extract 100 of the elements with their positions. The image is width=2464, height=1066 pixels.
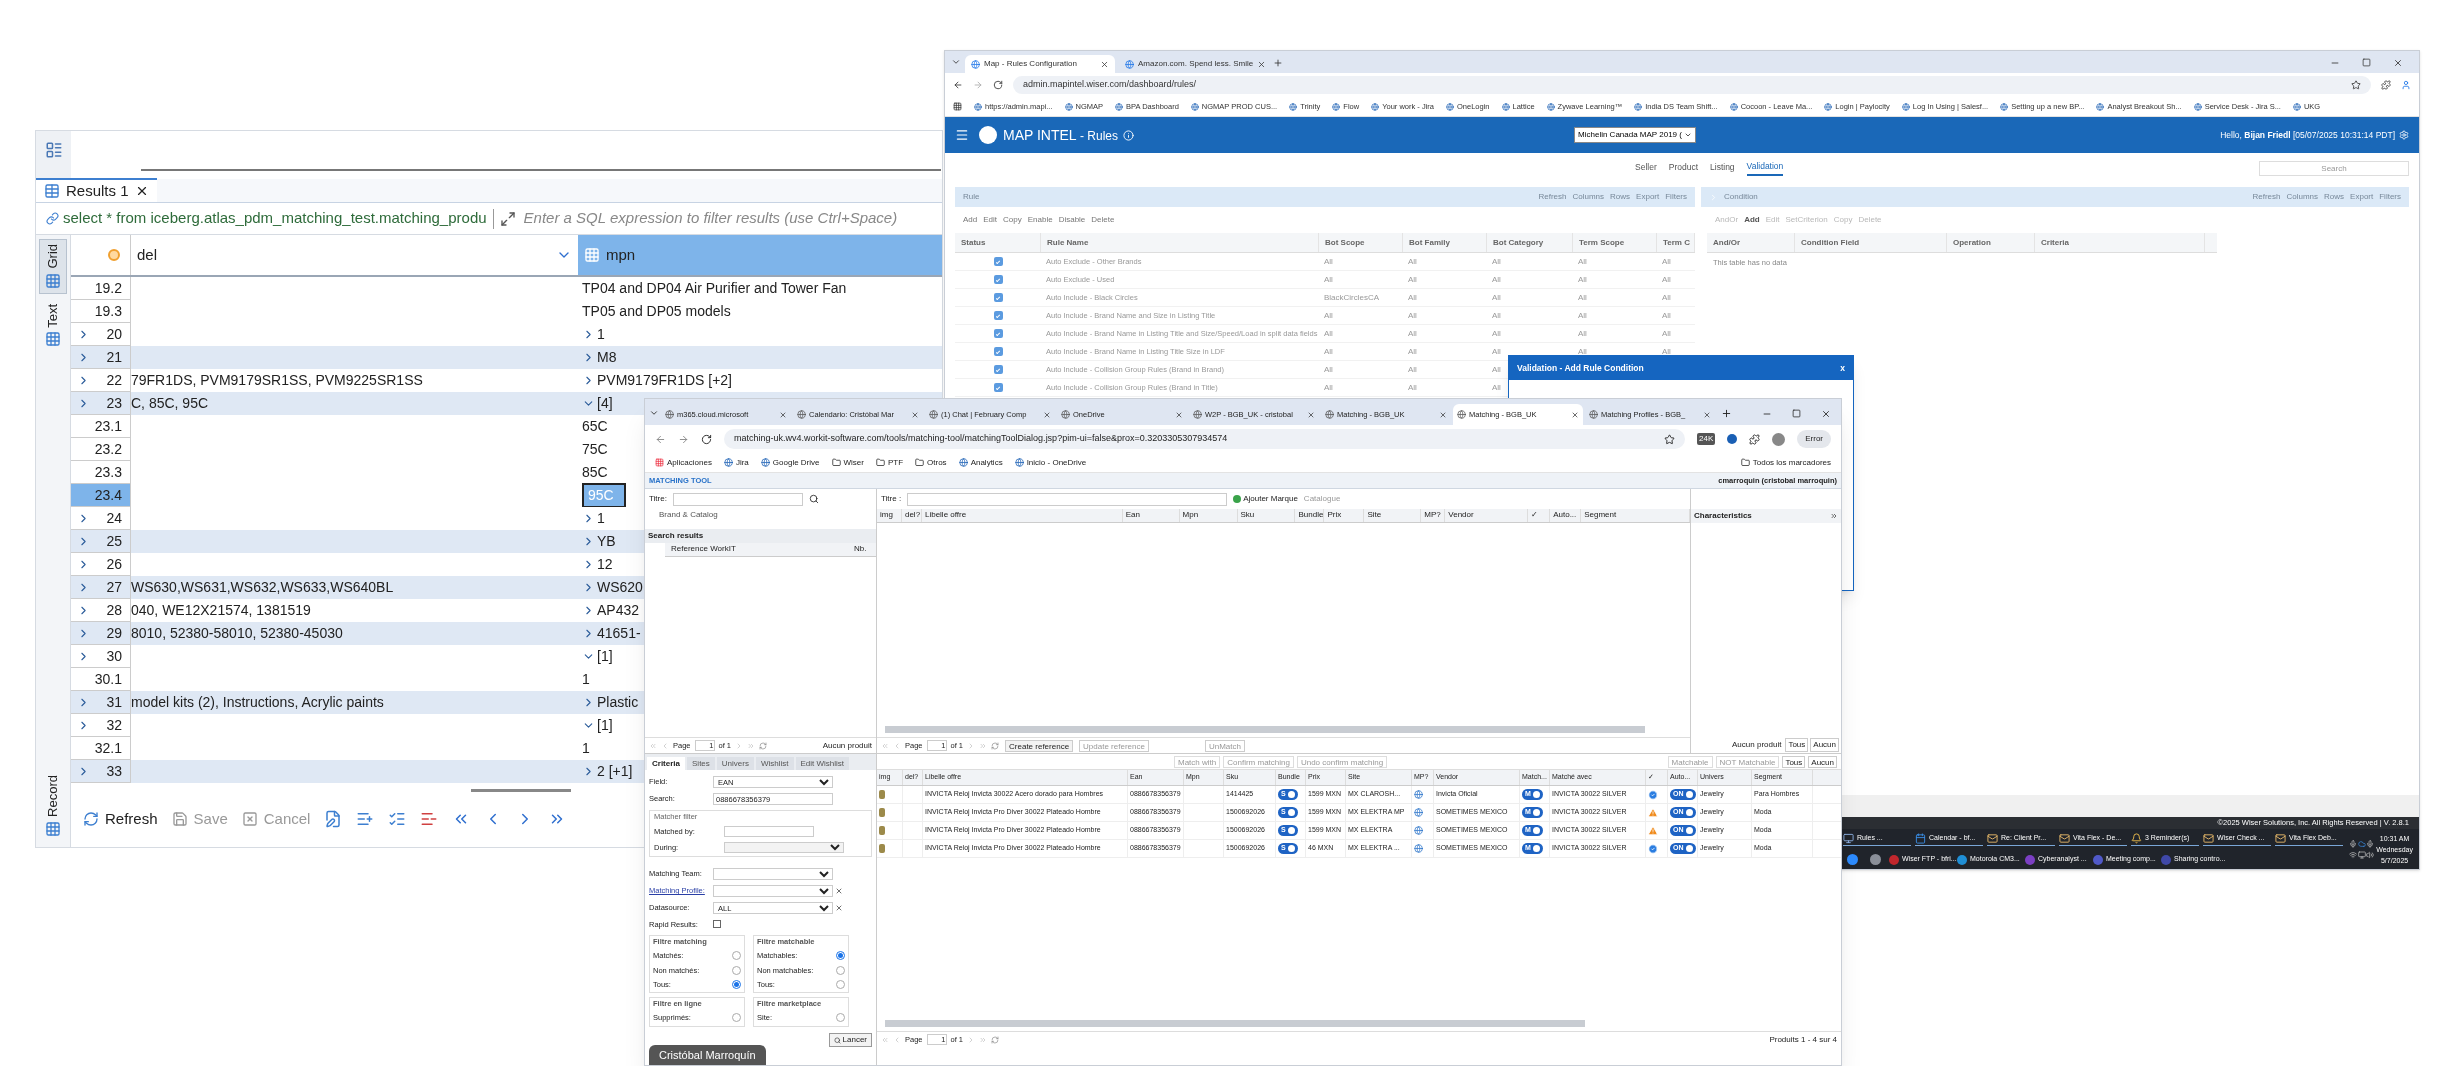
outline-icon[interactable] xyxy=(44,141,63,159)
browser-tab[interactable]: Amazon.com. Spend less. Smile xyxy=(1119,55,1269,73)
cloud-icon[interactable] xyxy=(2357,839,2366,848)
row-number[interactable]: 23.3 xyxy=(94,461,130,483)
extensions-icon[interactable] xyxy=(1749,433,1761,445)
extension-icon[interactable] xyxy=(1727,434,1738,444)
row-number[interactable]: 33 xyxy=(106,760,130,782)
reload-icon[interactable] xyxy=(701,433,712,445)
criteria-tab[interactable]: Sites xyxy=(687,757,715,770)
edit-row-icon[interactable] xyxy=(324,810,343,829)
bookmark[interactable]: Todos los marcadores xyxy=(1752,456,1831,469)
row-number[interactable]: 31 xyxy=(106,691,130,713)
column-header[interactable]: ✓ xyxy=(1531,510,1539,519)
bookmark[interactable]: Google Drive xyxy=(772,456,820,469)
column-header[interactable]: Bot Category xyxy=(1493,236,1544,249)
column-header[interactable]: Operation xyxy=(1953,236,1991,249)
radio-button[interactable] xyxy=(732,965,741,975)
bookmark[interactable]: Inicio - OneDrive xyxy=(1026,456,1087,469)
settings-icon[interactable] xyxy=(2399,130,2409,140)
column-header[interactable]: Ean xyxy=(1125,510,1140,519)
column-header[interactable]: Mpn xyxy=(1182,510,1199,519)
row-number[interactable]: 21 xyxy=(106,346,130,368)
results-tab[interactable]: Results 1 xyxy=(36,178,157,202)
row-number[interactable]: 23.2 xyxy=(94,438,130,460)
view-tab[interactable]: Grid xyxy=(39,239,67,294)
bookmark[interactable]: PTF xyxy=(887,456,904,469)
forward-icon[interactable] xyxy=(678,433,689,445)
row-number[interactable]: 32.1 xyxy=(94,737,130,759)
column-header[interactable]: And/Or xyxy=(1713,236,1741,249)
column-header[interactable]: Rule Name xyxy=(1047,236,1089,249)
nav-tab[interactable]: Seller xyxy=(1635,159,1657,177)
status-checkbox[interactable] xyxy=(993,365,1003,374)
column-header[interactable]: Auto... xyxy=(1553,510,1577,519)
column-header[interactable]: Site xyxy=(1367,510,1382,519)
criteria-tab[interactable]: Wishlist xyxy=(755,757,794,770)
row-number[interactable]: 24 xyxy=(106,507,130,529)
row-number[interactable]: 20 xyxy=(106,323,130,345)
bookmark[interactable]: Aplicaciones xyxy=(667,456,712,469)
close-button[interactable]: x xyxy=(1840,361,1845,375)
refresh-icon[interactable] xyxy=(759,741,768,750)
microphone-icon[interactable] xyxy=(2349,839,2357,848)
grid-action[interactable]: Create reference xyxy=(1005,739,1074,752)
radio-button[interactable] xyxy=(836,1013,845,1023)
column-header[interactable]: Term Scope xyxy=(1579,236,1625,249)
add-brand-button[interactable]: Ajouter Marque xyxy=(1233,493,1298,505)
condition-action[interactable]: Add xyxy=(1744,214,1760,226)
nav-tab[interactable]: Listing xyxy=(1710,159,1735,177)
rule-action[interactable]: Edit xyxy=(983,214,998,226)
search-field[interactable]: Search xyxy=(2259,160,2409,176)
bookmark[interactable]: Otros xyxy=(927,456,947,469)
column-header[interactable]: Bundle xyxy=(1298,510,1324,519)
tab-list-icon[interactable] xyxy=(649,408,659,418)
search-icon[interactable] xyxy=(808,494,819,504)
column-header[interactable]: img xyxy=(880,510,893,519)
refresh-icon[interactable] xyxy=(991,741,1000,750)
criteria-tab[interactable]: Univers xyxy=(716,757,754,770)
column-header[interactable]: Sku xyxy=(1240,510,1255,519)
bookmark[interactable]: Jira xyxy=(735,456,749,469)
column-header[interactable]: Term C xyxy=(1663,236,1690,249)
menu-icon[interactable] xyxy=(955,128,969,142)
row-number[interactable]: 23.1 xyxy=(94,415,130,437)
new-tab-icon[interactable] xyxy=(1721,408,1732,419)
column-header[interactable]: mpn xyxy=(578,235,942,275)
extensions-icon[interactable] xyxy=(2381,80,2391,90)
launch-button[interactable]: Lancer xyxy=(828,1033,872,1047)
criteria-tab[interactable]: Edit Wishlist xyxy=(795,757,850,770)
status-checkbox[interactable] xyxy=(993,347,1003,356)
row-number[interactable]: 30 xyxy=(106,645,130,667)
rule-action[interactable]: Copy xyxy=(1003,214,1022,226)
filter-button[interactable]: Aucun xyxy=(1810,738,1839,752)
matched-by-field[interactable] xyxy=(724,826,814,838)
microphone-icon[interactable] xyxy=(2366,839,2375,848)
status-checkbox[interactable] xyxy=(993,257,1003,266)
row-number[interactable]: 29 xyxy=(106,622,130,644)
radio-button[interactable] xyxy=(732,951,741,961)
address-bar[interactable]: admin.mapintel.wiser.com/dashboard/rules/ xyxy=(1023,78,1197,92)
rule-action[interactable]: Add xyxy=(963,214,978,226)
status-checkbox[interactable] xyxy=(993,383,1003,392)
column-header[interactable]: Vendor xyxy=(1448,510,1474,519)
app-icon[interactable] xyxy=(1870,854,1881,865)
column-header[interactable]: MP? xyxy=(1424,510,1441,519)
apps-icon[interactable] xyxy=(953,102,962,111)
rule-action[interactable]: Delete xyxy=(1091,214,1115,226)
profile-button[interactable]: Error xyxy=(1797,430,1831,448)
filter-button[interactable]: Tous xyxy=(1785,738,1809,752)
row-number[interactable]: 30.1 xyxy=(94,668,130,690)
title-field[interactable] xyxy=(672,492,803,506)
tab-list-icon[interactable] xyxy=(951,57,961,67)
filter-button[interactable]: Aucun xyxy=(1808,755,1837,768)
refresh-icon[interactable] xyxy=(991,1035,1000,1044)
toolbar-button[interactable]: Refresh xyxy=(83,808,158,831)
row-number[interactable]: 19.3 xyxy=(94,300,130,322)
maximize-icon[interactable] xyxy=(2362,58,2371,67)
row-number[interactable]: 22 xyxy=(106,369,130,391)
status-checkbox[interactable] xyxy=(993,293,1003,302)
row-number[interactable]: 28 xyxy=(106,599,130,621)
bookmark[interactable]: Wiser xyxy=(843,456,864,469)
extension-badge[interactable]: 24K xyxy=(1697,433,1716,445)
section-toggle[interactable]: Brand & Catalog xyxy=(645,509,876,521)
column-header[interactable]: Libelle offre xyxy=(924,510,967,519)
